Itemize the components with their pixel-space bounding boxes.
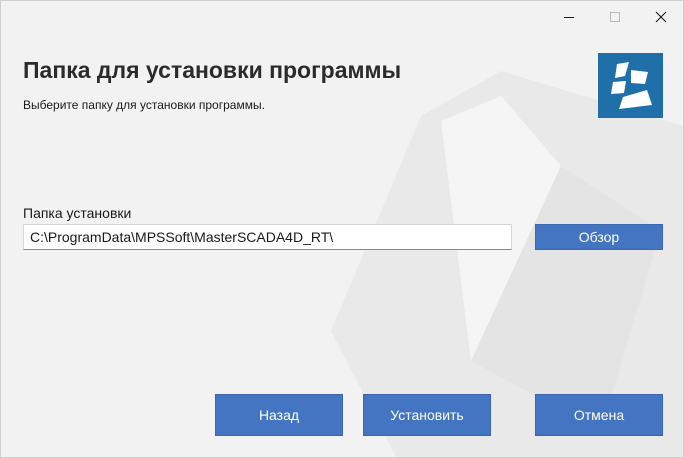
cancel-button[interactable]: Отмена: [535, 394, 663, 436]
page-title: Папка для установки программы: [23, 57, 402, 83]
installer-window: Папка для установки программы Выберите п…: [0, 0, 684, 458]
install-path-input[interactable]: [23, 224, 512, 250]
title-bar: [1, 1, 683, 33]
install-button[interactable]: Установить: [363, 394, 491, 436]
browse-button[interactable]: Обзор: [535, 224, 663, 250]
minimize-button[interactable]: [546, 1, 592, 33]
maximize-icon: [610, 12, 620, 22]
app-logo-icon: [611, 62, 652, 109]
app-logo: [598, 53, 663, 118]
minimize-icon: [564, 17, 574, 18]
install-folder-label: Папка установки: [23, 205, 132, 221]
close-button[interactable]: [638, 1, 683, 33]
page-subtitle: Выберите папку для установки программы.: [23, 98, 265, 112]
back-button[interactable]: Назад: [215, 394, 343, 436]
close-icon: [655, 11, 667, 23]
maximize-button[interactable]: [592, 1, 638, 33]
